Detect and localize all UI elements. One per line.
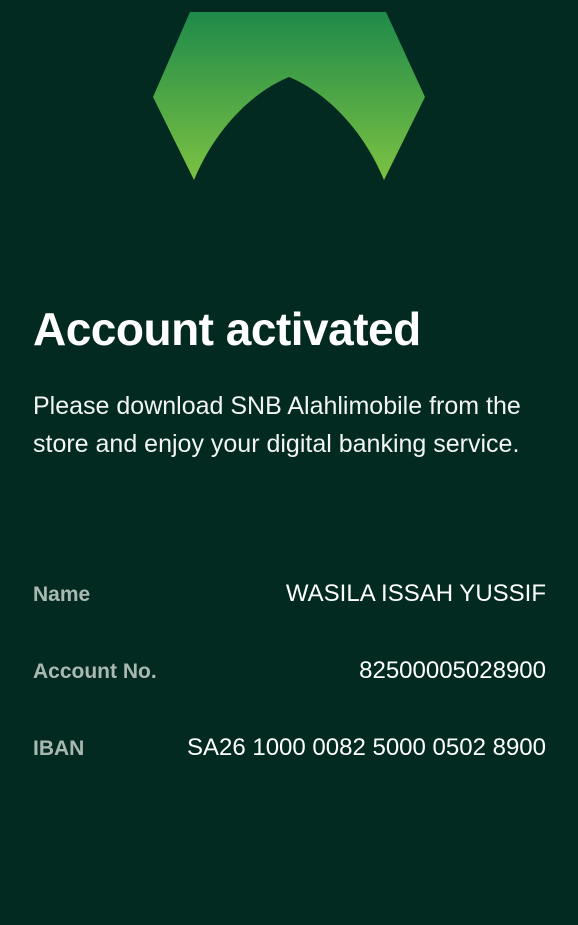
name-value: WASILA ISSAH YUSSIF [285,580,546,607]
name-label: Name [33,583,91,606]
iban-label: IBAN [33,737,85,760]
account-details: Name WASILA ISSAH YUSSIF Account No. 825… [33,580,546,811]
activation-message: Please download SNB Alahlimobile from th… [33,392,521,458]
account-number-label: Account No. [33,660,157,683]
snb-logo-icon [153,12,425,180]
page-title: Account activated [33,303,421,355]
detail-row-name: Name WASILA ISSAH YUSSIF [33,580,546,657]
detail-row-account-number: Account No. 82500005028900 [33,657,546,734]
iban-value: SA26 1000 0082 5000 0502 8900 [186,734,546,761]
detail-row-iban: IBAN SA26 1000 0082 5000 0502 8900 [33,734,546,811]
account-number-value: 82500005028900 [359,657,546,684]
